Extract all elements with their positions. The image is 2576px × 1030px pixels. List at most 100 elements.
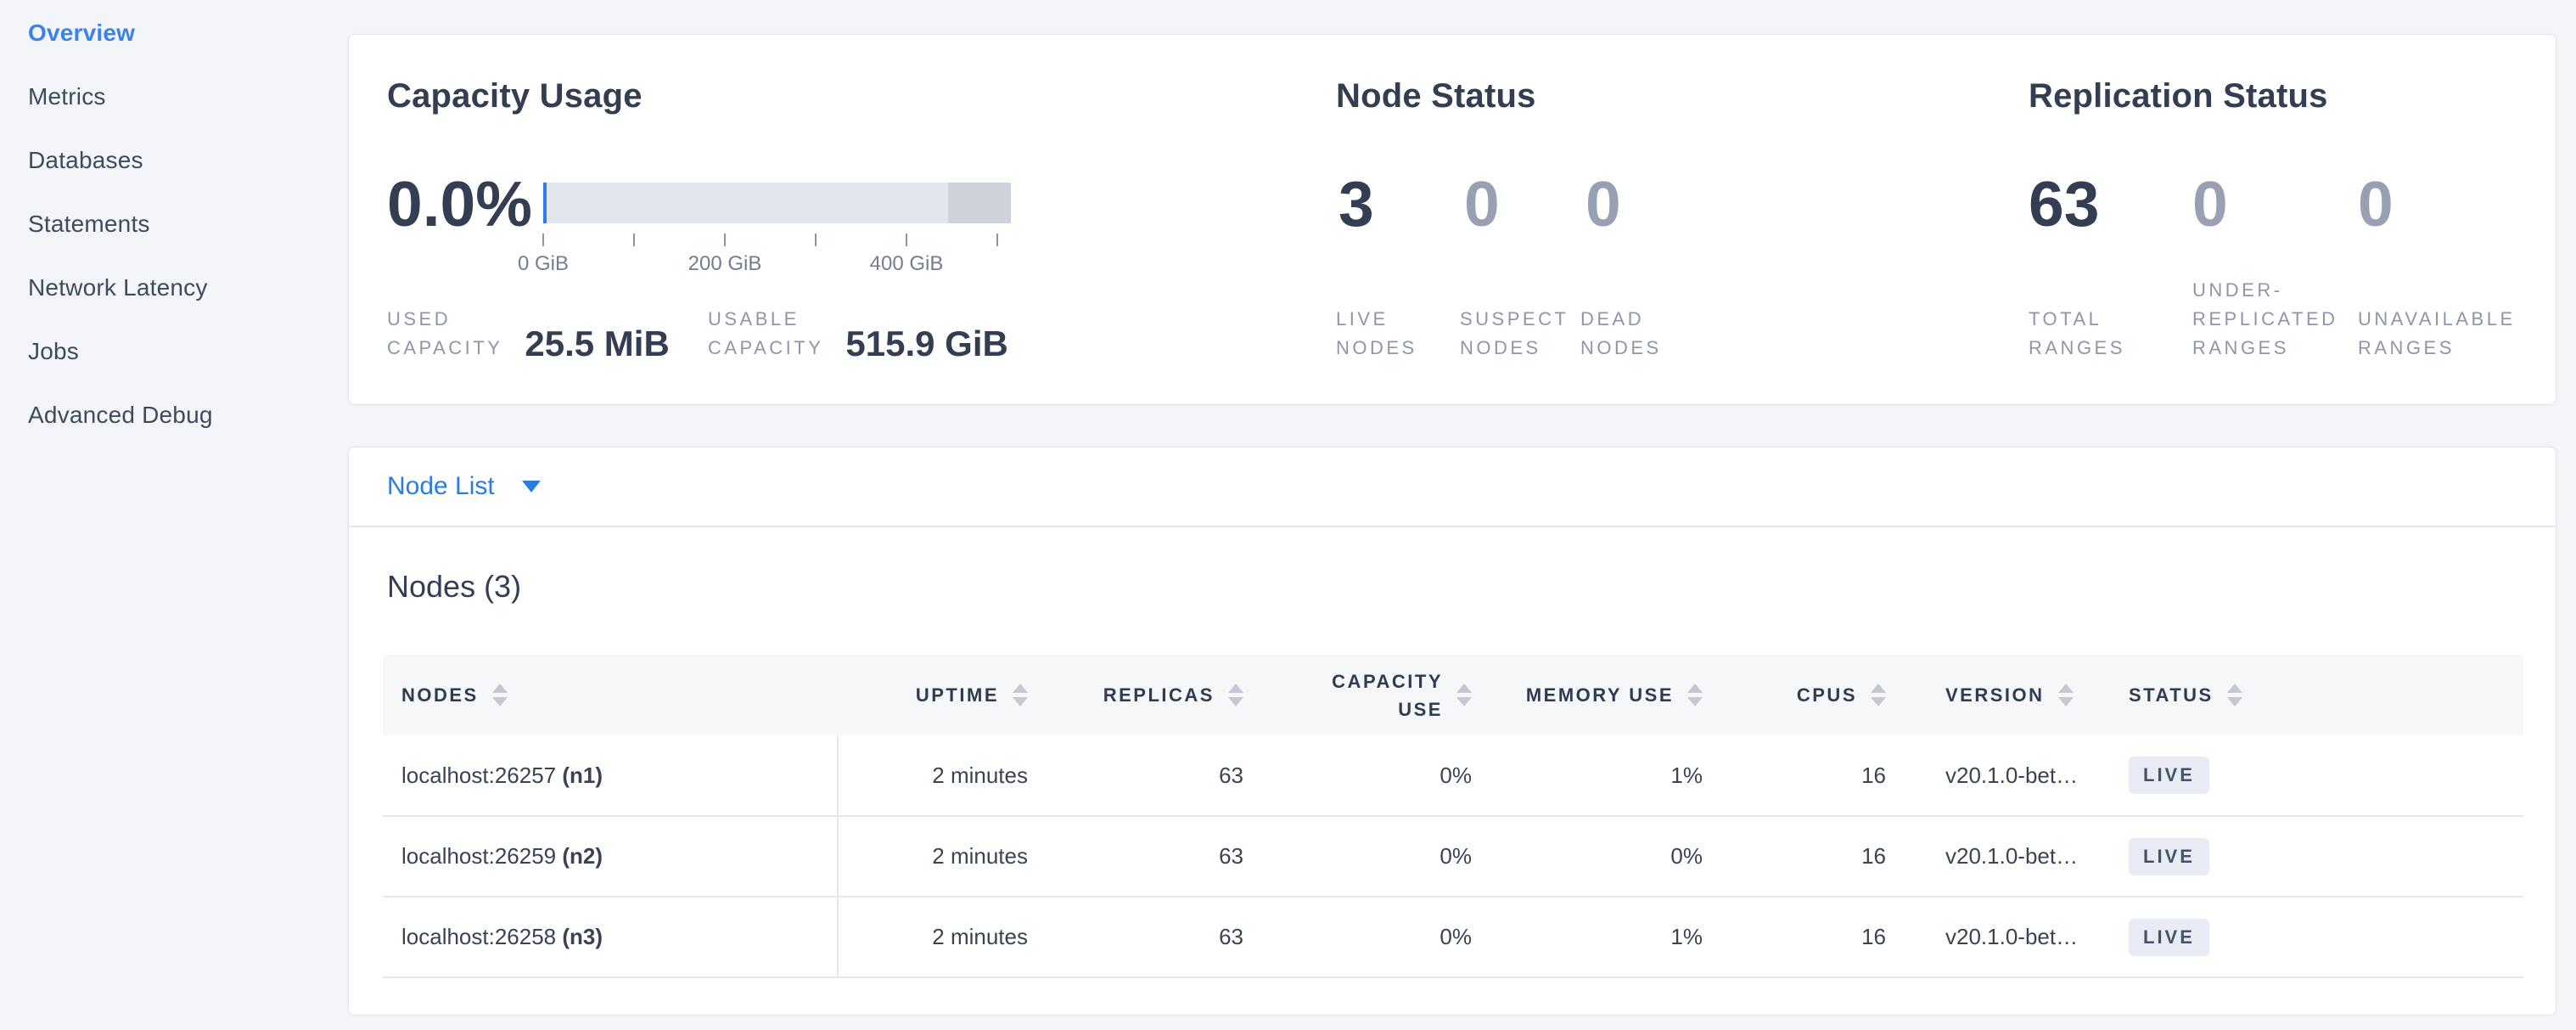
table-header-row: NODES UPTIME REPLICAS CAPACITY USE xyxy=(383,655,2523,735)
node-status-title: Node Status xyxy=(1336,77,1536,115)
unavailable-ranges-count: 0 xyxy=(2358,171,2394,237)
replicas-cell: 63 xyxy=(1028,897,1243,977)
sidebar-item-metrics[interactable]: Metrics xyxy=(28,82,346,110)
sidebar-item-advanced-debug[interactable]: Advanced Debug xyxy=(28,401,346,429)
uptime-cell: 2 minutes xyxy=(838,816,1028,897)
sidebar-item-network-latency[interactable]: Network Latency xyxy=(28,273,346,301)
label-line: UNDER- xyxy=(2192,276,2338,305)
column-header-status[interactable]: STATUS xyxy=(2098,655,2523,735)
sort-icon[interactable] xyxy=(1013,684,1028,706)
axis-tick xyxy=(815,234,817,246)
usable-capacity-label-line1: USABLE xyxy=(708,305,823,334)
node-address[interactable]: localhost:26258 xyxy=(401,924,556,949)
sort-icon[interactable] xyxy=(1456,684,1472,706)
axis-tick-label: 400 GiB xyxy=(839,252,974,276)
status-badge: LIVE xyxy=(2129,838,2209,875)
memory-use-cell: 1% xyxy=(1472,735,1703,816)
used-capacity-label-line2: CAPACITY xyxy=(387,334,502,363)
table-row-node-1[interactable]: localhost:26257 (n1) 2 minutes 63 0% 1% … xyxy=(383,735,2523,816)
usable-capacity-label-line2: CAPACITY xyxy=(708,334,823,363)
sidebar-item-statements[interactable]: Statements xyxy=(28,210,346,238)
sidebar-item-jobs[interactable]: Jobs xyxy=(28,337,346,365)
replicas-cell: 63 xyxy=(1028,735,1243,816)
capacity-use-cell: 0% xyxy=(1243,897,1472,977)
label-line: SUSPECT xyxy=(1460,305,1569,334)
capacity-use-cell: 0% xyxy=(1243,735,1472,816)
dead-nodes-count: 0 xyxy=(1585,171,1621,237)
memory-use-cell: 0% xyxy=(1472,816,1703,897)
nodes-section-title: Nodes (3) xyxy=(387,566,2556,607)
uptime-cell: 2 minutes xyxy=(838,897,1028,977)
sidebar: Overview Metrics Databases Statements Ne… xyxy=(0,0,346,1030)
column-header-memory-use[interactable]: MEMORY USE xyxy=(1472,655,1703,735)
cpus-cell: 16 xyxy=(1703,897,1886,977)
used-capacity-stat: USED CAPACITY 25.5 MiB xyxy=(387,305,670,363)
sidebar-item-databases[interactable]: Databases xyxy=(28,146,346,174)
column-header-replicas[interactable]: REPLICAS xyxy=(1028,655,1243,735)
capacity-use-cell: 0% xyxy=(1243,816,1472,897)
label-line: NODES xyxy=(1336,334,1417,363)
uptime-cell: 2 minutes xyxy=(838,735,1028,816)
replicas-cell: 63 xyxy=(1028,816,1243,897)
suspect-nodes-label: SUSPECT NODES xyxy=(1460,305,1569,363)
capacity-bar-used-segment xyxy=(543,183,547,223)
table-row-node-2[interactable]: localhost:26259 (n2) 2 minutes 63 0% 0% … xyxy=(383,816,2523,897)
cluster-summary-card: Capacity Usage 0.0% 0 GiB 200 GiB 400 Gi… xyxy=(348,34,2556,405)
node-list-dropdown-label[interactable]: Node List xyxy=(387,472,495,501)
unavailable-ranges-label: UNAVAILABLE RANGES xyxy=(2358,305,2516,363)
node-address[interactable]: localhost:26259 xyxy=(401,843,556,869)
node-id: (n3) xyxy=(562,924,603,949)
label-line: LIVE xyxy=(1336,305,1417,334)
label-line: TOTAL xyxy=(2029,305,2125,334)
version-cell: v20.1.0-bet… xyxy=(1886,897,2098,977)
table-row-node-3[interactable]: localhost:26258 (n3) 2 minutes 63 0% 1% … xyxy=(383,897,2523,977)
cpus-cell: 16 xyxy=(1703,816,1886,897)
column-header-nodes[interactable]: NODES xyxy=(383,655,838,735)
under-replicated-ranges-label: UNDER- REPLICATED RANGES xyxy=(2192,276,2338,363)
memory-use-cell: 1% xyxy=(1472,897,1703,977)
sort-icon[interactable] xyxy=(2227,684,2242,706)
chevron-down-icon xyxy=(522,481,541,492)
node-list-dropdown[interactable]: Node List xyxy=(349,447,2556,527)
axis-tick xyxy=(542,234,544,246)
label-line: UNAVAILABLE xyxy=(2358,305,2516,334)
node-id: (n2) xyxy=(562,843,603,869)
sort-icon[interactable] xyxy=(1871,684,1886,706)
version-cell: v20.1.0-bet… xyxy=(1886,735,2098,816)
used-capacity-label-line1: USED xyxy=(387,305,502,334)
axis-tick-label: 0 GiB xyxy=(475,252,611,276)
under-replicated-ranges-count: 0 xyxy=(2192,171,2228,237)
sort-icon[interactable] xyxy=(1687,684,1703,706)
column-header-uptime[interactable]: UPTIME xyxy=(838,655,1028,735)
dead-nodes-label: DEAD NODES xyxy=(1580,305,1662,363)
version-cell: v20.1.0-bet… xyxy=(1886,816,2098,897)
label-line: NODES xyxy=(1460,334,1569,363)
used-capacity-value: 25.5 MiB xyxy=(525,325,669,363)
total-ranges-count: 63 xyxy=(2029,171,2099,237)
capacity-bar-other-segment xyxy=(948,183,1011,223)
column-header-capacity-use[interactable]: CAPACITY USE xyxy=(1243,655,1472,735)
label-line: RANGES xyxy=(2358,334,2516,363)
replication-status-title: Replication Status xyxy=(2029,77,2328,115)
live-nodes-label: LIVE NODES xyxy=(1336,305,1417,363)
capacity-bar-chart xyxy=(543,183,1011,223)
usable-capacity-value: 515.9 GiB xyxy=(845,325,1007,363)
sort-icon[interactable] xyxy=(2058,684,2074,706)
axis-tick xyxy=(724,234,726,246)
sidebar-item-overview[interactable]: Overview xyxy=(28,19,346,47)
column-header-version[interactable]: VERSION xyxy=(1886,655,2098,735)
live-nodes-count: 3 xyxy=(1339,171,1374,237)
column-header-cpus[interactable]: CPUS xyxy=(1703,655,1886,735)
node-list-card: Node List Nodes (3) NODES UPTIME xyxy=(348,447,2556,1016)
label-line: RANGES xyxy=(2029,334,2125,363)
total-ranges-label: TOTAL RANGES xyxy=(2029,305,2125,363)
sort-icon[interactable] xyxy=(1228,684,1243,706)
node-id: (n1) xyxy=(562,763,603,788)
sort-icon[interactable] xyxy=(492,684,508,706)
axis-tick-label: 200 GiB xyxy=(657,252,793,276)
axis-tick xyxy=(633,234,635,246)
status-badge: LIVE xyxy=(2129,757,2209,794)
status-badge: LIVE xyxy=(2129,919,2209,956)
node-address[interactable]: localhost:26257 xyxy=(401,763,556,788)
capacity-used-percent: 0.0% xyxy=(387,171,532,237)
